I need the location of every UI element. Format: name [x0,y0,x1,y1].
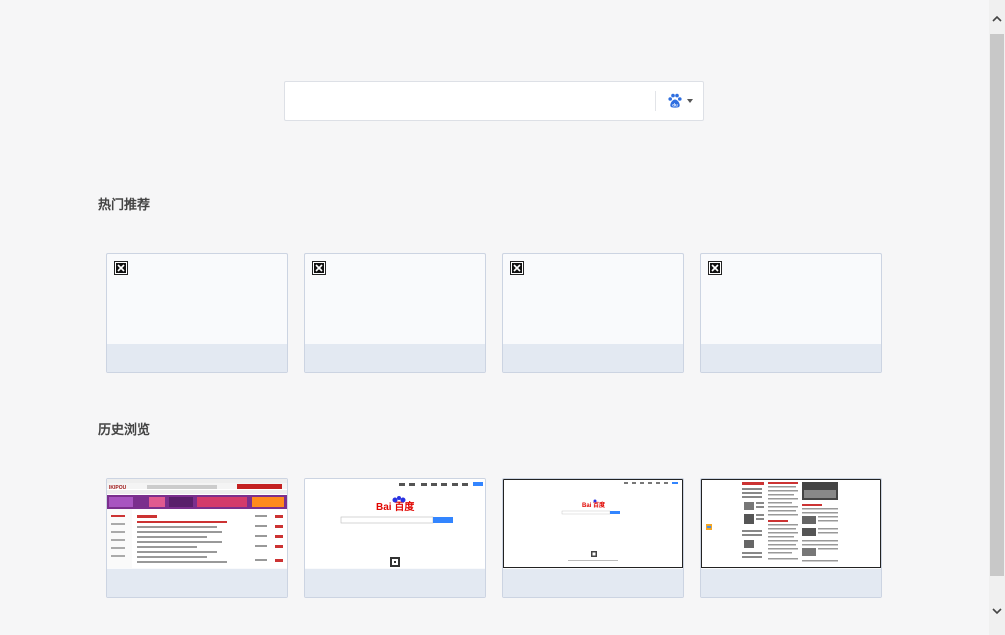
baidu-homepage-screenshot: Bai 百度 [305,479,485,568]
hot-tile-3[interactable] [502,253,684,373]
baidu-paw-icon: du [668,93,682,108]
search-box: du [284,81,704,121]
history-tile-2[interactable]: Bai 百度 [304,478,486,598]
tile-caption [305,344,485,372]
hot-tile-1[interactable] [106,253,288,373]
tile-caption [503,344,683,372]
baidu-homepage-small-screenshot: Bai 百度 [503,479,683,568]
history-tile-3[interactable]: Bai 百度 [502,478,684,598]
broken-image-icon [708,261,722,275]
tile-caption [305,569,485,597]
tile-caption [503,569,683,597]
history-tile-4[interactable] [700,478,882,598]
broken-image-icon [312,261,326,275]
scrollbar-thumb[interactable] [990,34,1004,576]
tile-caption [701,344,881,372]
search-divider [655,91,656,111]
search-engine-selector[interactable]: du [665,90,699,112]
history-tile-1[interactable]: IKIPOU [106,478,288,598]
baidu-logo-text: Bai 百度 [582,501,606,509]
tile-caption [107,569,287,597]
hot-tile-2[interactable] [304,253,486,373]
history-section-title: 历史浏览 [98,423,151,438]
hot-section-title: 热门推荐 [98,198,151,213]
chevron-down-icon [687,99,693,103]
tile-caption [701,569,881,597]
shopping-site-screenshot: IKIPOU [107,479,287,568]
tile-caption [107,344,287,372]
hot-tile-4[interactable] [700,253,882,373]
news-portal-screenshot [701,479,881,568]
broken-image-icon [510,261,524,275]
search-input[interactable] [293,88,657,116]
scroll-down-icon[interactable] [992,606,1002,616]
scroll-up-icon[interactable] [992,14,1002,24]
broken-image-icon [114,261,128,275]
svg-text:du: du [672,103,678,108]
vertical-scrollbar[interactable] [989,0,1005,635]
